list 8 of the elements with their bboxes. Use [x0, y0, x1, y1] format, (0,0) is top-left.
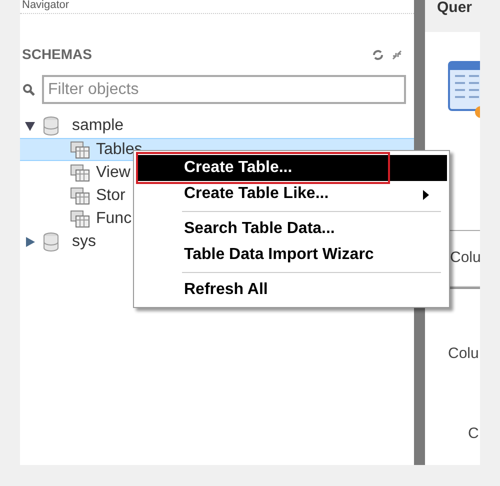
section-title: SCHEMAS [22, 45, 92, 64]
panel-title: Navigator [22, 0, 70, 11]
column-label: Colu [448, 344, 479, 364]
column-label: C [468, 424, 479, 444]
tree-label: Stor [96, 186, 126, 206]
tree-label: Func [96, 208, 132, 228]
column-label: Colu [450, 248, 480, 268]
tree-label: View [96, 162, 130, 182]
